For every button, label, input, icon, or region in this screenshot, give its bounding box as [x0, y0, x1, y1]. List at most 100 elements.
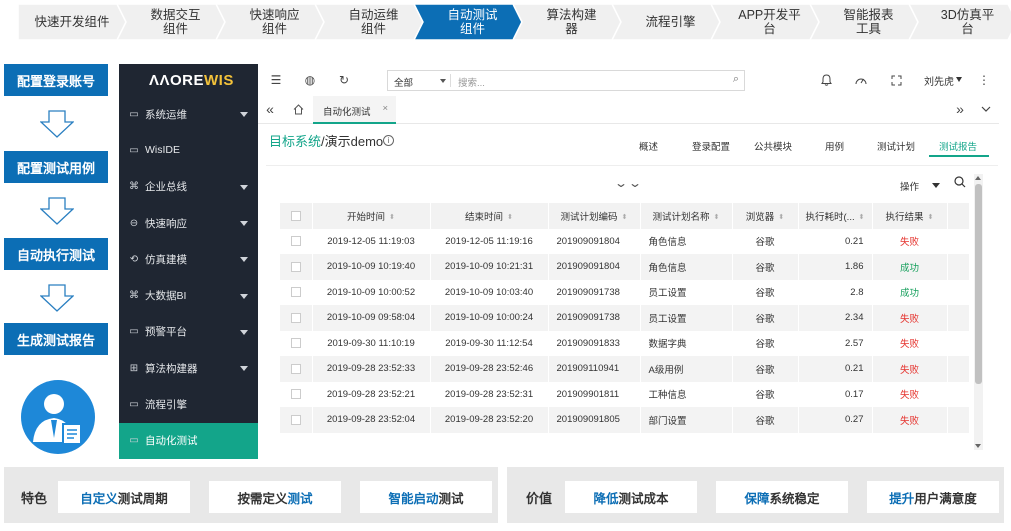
table-row[interactable]: 2019-09-30 11:10:19 2019-09-30 11:12:54 20…	[280, 330, 970, 356]
column-header[interactable]: 结束时间 ⬍	[430, 203, 549, 229]
chevron-down-icon[interactable]	[932, 183, 940, 188]
search-scope-select[interactable]: 全部	[394, 75, 413, 89]
report-tab[interactable]: 用例	[825, 139, 844, 153]
table-scrollbar[interactable]	[974, 174, 983, 450]
sort-icon[interactable]: ⬍	[622, 213, 628, 221]
row-checkbox[interactable]	[290, 363, 301, 374]
report-tab[interactable]: 测试报告	[939, 139, 977, 153]
bell-icon[interactable]	[818, 72, 834, 88]
tabs-scroll-left-icon[interactable]: «	[262, 101, 278, 117]
table-row[interactable]: 2019-10-09 09:58:04 2019-10-09 10:00:24 20…	[280, 305, 970, 331]
sidebar-item[interactable]: ▭ 流程引擎	[119, 386, 258, 422]
active-tab-underline	[929, 155, 989, 157]
sidebar-item-label: WisIDE	[145, 144, 180, 157]
select-all-checkbox[interactable]	[290, 210, 301, 221]
operation-menu[interactable]: 操作	[900, 179, 919, 193]
sort-icon[interactable]: ⬍	[859, 213, 865, 221]
features-panel: 特色 自定义 测试周期 按需定义 测试 智能启动 测试	[4, 467, 498, 523]
dashboard-icon[interactable]	[853, 72, 869, 88]
scroll-thumb[interactable]	[975, 184, 982, 384]
search-input[interactable]: 搜索...	[458, 75, 485, 89]
globe-icon[interactable]: ◍	[302, 72, 318, 88]
process-step: 数据交互 组件	[117, 4, 225, 40]
card-text: 用户满意度	[914, 491, 977, 506]
report-tab[interactable]: 公共模块	[754, 139, 792, 153]
search-icon[interactable]: ⌕	[733, 73, 739, 86]
sort-icon[interactable]: ⬍	[507, 213, 513, 221]
search-box[interactable]: 全部 搜索... ⌕	[387, 70, 745, 91]
sort-icon[interactable]: ⬍	[714, 213, 720, 221]
sidebar-item[interactable]: ▭ 系统运维	[119, 96, 258, 132]
column-header[interactable]: 测试计划编码 ⬍	[548, 203, 641, 229]
row-checkbox[interactable]	[290, 338, 301, 349]
report-tab[interactable]: 概述	[639, 139, 658, 153]
sort-icon[interactable]: ⬍	[778, 213, 784, 221]
sort-icon[interactable]: ⬍	[389, 213, 395, 221]
sidebar-item[interactable]: ⌘ 大数据BI	[119, 277, 258, 313]
cell-name: A级用例	[640, 356, 733, 382]
column-header[interactable]: 执行结果 ⬍	[872, 203, 948, 229]
row-checkbox[interactable]	[290, 414, 301, 425]
column-header[interactable]: 浏览器 ⬍	[732, 203, 799, 229]
column-header-label: 测试计划编码	[560, 211, 618, 223]
more-vertical-icon[interactable]: ⋮	[976, 72, 992, 88]
process-step: 自动测试 组件	[414, 4, 522, 40]
process-step: APP开发平 台	[711, 4, 819, 40]
table-row[interactable]: 2019-09-28 23:52:21 2019-09-28 23:52:31 20…	[280, 381, 970, 407]
process-step: 智能报表 工具	[810, 4, 918, 40]
scroll-down-icon[interactable]	[975, 444, 981, 448]
report-tab[interactable]: 登录配置	[692, 139, 730, 153]
table-row[interactable]: 2019-10-09 10:00:52 2019-10-09 10:03:40 20…	[280, 279, 970, 305]
cell-name: 角色信息	[640, 228, 733, 254]
table-row[interactable]: 2019-10-09 10:19:40 2019-10-09 10:21:31 20…	[280, 254, 970, 280]
table-row[interactable]: 2019-09-28 23:52:33 2019-09-28 23:52:46 20…	[280, 356, 970, 382]
column-header[interactable]: 开始时间 ⬍	[312, 203, 431, 229]
sidebar-item[interactable]: ⟲ 仿真建模	[119, 241, 258, 277]
search-icon[interactable]	[954, 176, 966, 191]
card-highlight: 降低	[593, 491, 619, 506]
values-panel: 价值 降低 测试成本 保障 系统稳定 提升 用户满意度	[507, 467, 1004, 523]
sidebar-item[interactable]: ▭ WisIDE	[119, 132, 258, 168]
sidebar-item[interactable]: ⊞ 算法构建器	[119, 350, 258, 386]
menu-toggle-icon[interactable]: ☰	[268, 72, 284, 88]
sidebar-item[interactable]: ⊖ 快速响应	[119, 205, 258, 241]
refresh-icon[interactable]: ↻	[336, 72, 352, 88]
sidebar-item[interactable]: ⌘ 企业总线	[119, 169, 258, 205]
row-checkbox[interactable]	[290, 389, 301, 400]
process-step: 快速响应 组件	[216, 4, 324, 40]
column-header[interactable]: 测试计划名称 ⬍	[640, 203, 733, 229]
user-menu-caret-icon[interactable]	[956, 77, 962, 82]
features-title: 特色	[21, 491, 48, 506]
user-name[interactable]: 刘先虎	[924, 73, 954, 88]
chevron-down-icon[interactable]	[978, 101, 994, 117]
row-checkbox[interactable]	[290, 236, 301, 247]
sort-icon[interactable]: ⬍	[928, 213, 934, 221]
sidebar-item[interactable]: ▭ 预警平台	[119, 314, 258, 350]
logo-text-b: WIS	[204, 71, 234, 89]
row-checkbox[interactable]	[290, 261, 301, 272]
close-icon[interactable]: ×	[382, 103, 388, 114]
table-row[interactable]: 2019-12-05 11:19:03 2019-12-05 11:19:16 20…	[280, 228, 970, 254]
cell-browser: 谷歌	[732, 254, 799, 280]
report-tab[interactable]: 测试计划	[877, 139, 915, 153]
cell-end: 2019-10-09 10:03:40	[430, 279, 549, 305]
info-icon[interactable]: i	[383, 135, 394, 146]
tabs-scroll-right-icon[interactable]: »	[952, 101, 968, 117]
expand-filter-icon[interactable]: ⌄⌄	[614, 176, 642, 190]
row-checkbox[interactable]	[290, 287, 301, 298]
breadcrumb-link[interactable]: 目标系统	[269, 134, 321, 149]
home-icon[interactable]	[290, 101, 306, 117]
row-checkbox[interactable]	[290, 312, 301, 323]
column-header[interactable]: 执行耗时(... ⬍	[798, 203, 873, 229]
cell-browser: 谷歌	[732, 279, 799, 305]
sidebar-item[interactable]: ▭ 自动化测试	[119, 422, 258, 459]
table-row[interactable]: 2019-09-28 23:52:04 2019-09-28 23:52:20 20…	[280, 407, 970, 433]
values-title: 价值	[526, 491, 553, 506]
arrow-down-icon	[40, 197, 74, 225]
sidebar-item-label: 大数据BI	[145, 290, 187, 303]
scroll-up-icon[interactable]	[975, 176, 981, 180]
tab-automation-test[interactable]: 自动化测试 ×	[313, 96, 396, 124]
fullscreen-icon[interactable]	[888, 72, 904, 88]
breadcrumb: 目标系统/演示demo	[269, 131, 383, 150]
tab-label: 自动化测试	[323, 107, 371, 118]
